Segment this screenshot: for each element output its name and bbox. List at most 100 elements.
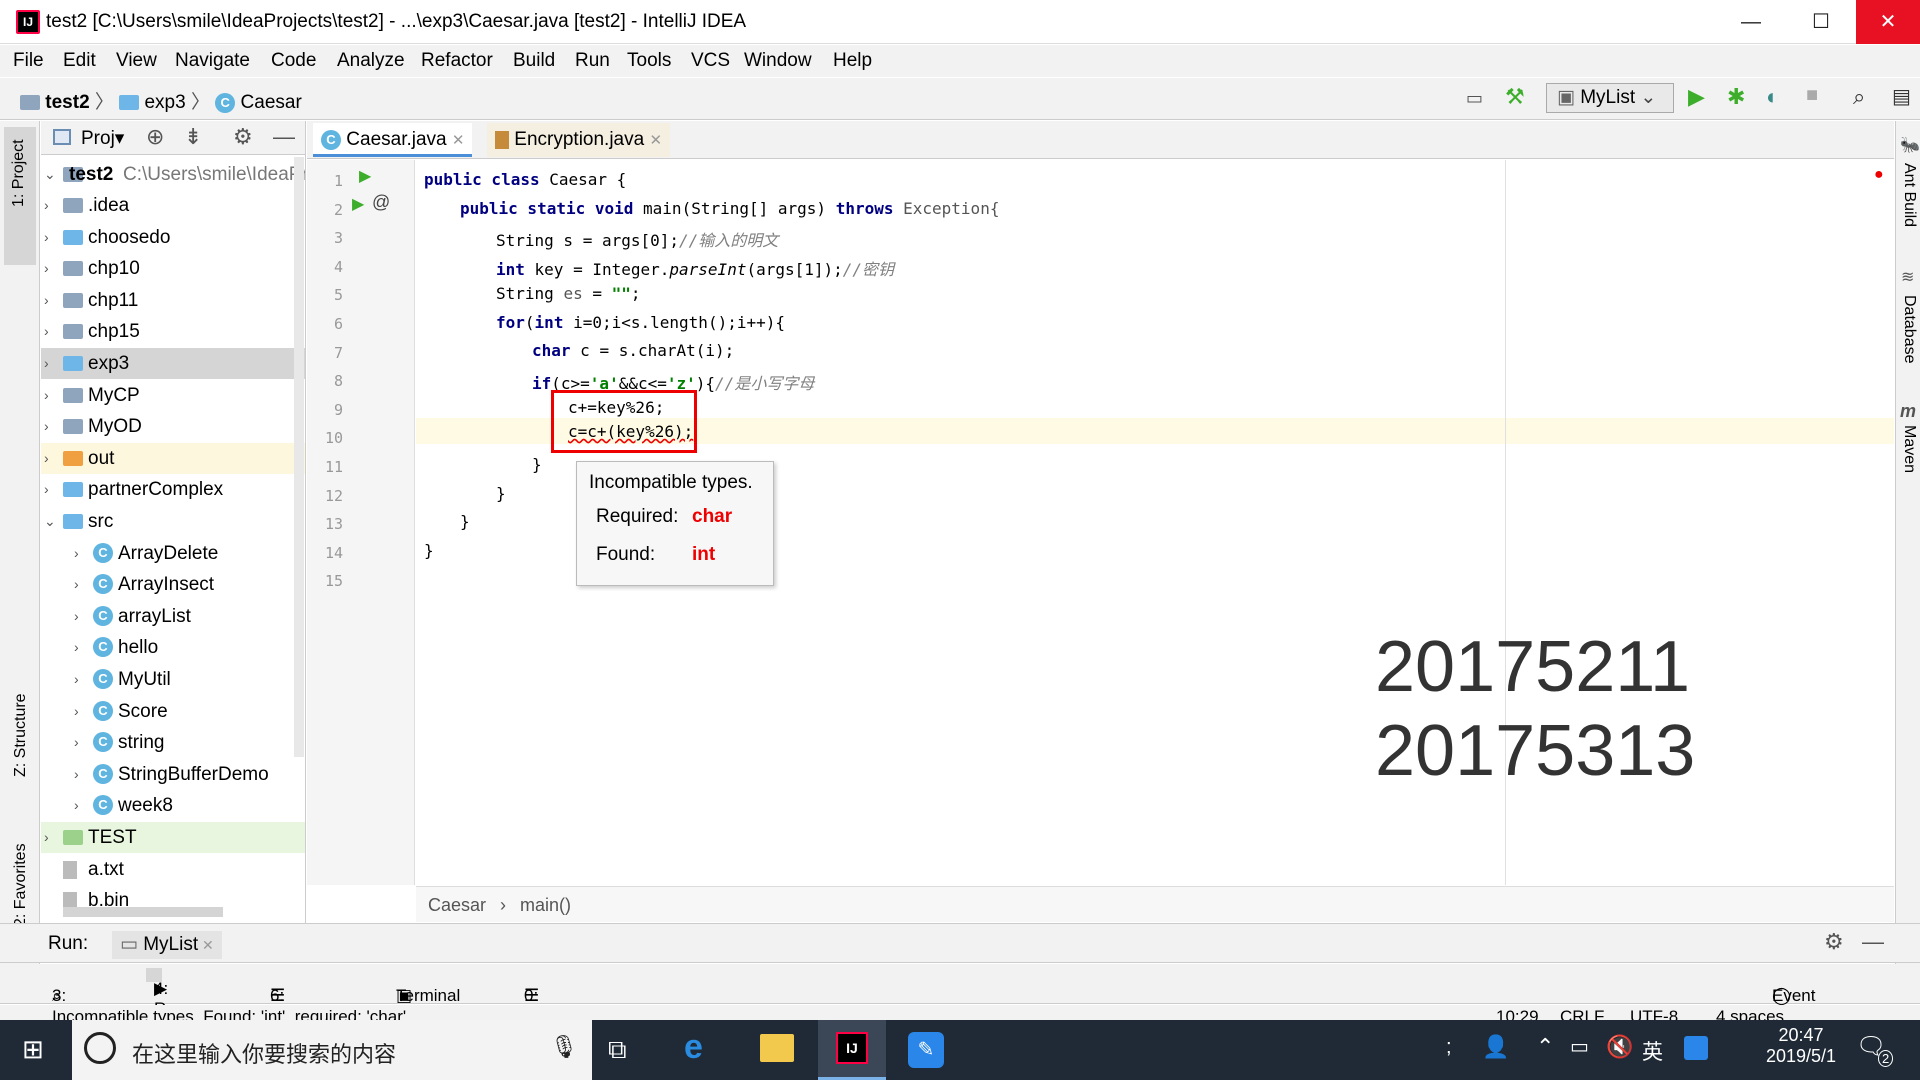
chevron-right-icon[interactable]: › (44, 285, 49, 316)
clock[interactable]: 20:47 2019/5/1 (1756, 1025, 1846, 1067)
tree-row[interactable]: › out (41, 442, 305, 474)
build-hammer-icon[interactable]: ⚒ (1505, 84, 1525, 110)
gear-icon[interactable]: ⚙ (1824, 929, 1844, 955)
menu-view[interactable]: View (116, 50, 157, 72)
ime-indicator[interactable]: 英 (1642, 1036, 1663, 1066)
hide-icon[interactable]: — (273, 124, 295, 150)
error-stripe-icon[interactable]: ● (1874, 166, 1884, 184)
close-tab-icon[interactable]: ✕ (649, 132, 662, 149)
qq-icon[interactable] (1684, 1036, 1708, 1060)
minimize-button[interactable]: — (1716, 0, 1786, 44)
hide-icon[interactable]: — (1862, 929, 1884, 955)
chevron-down-icon[interactable]: ⌄ (44, 506, 56, 537)
tree-row[interactable]: › choosedo (41, 222, 305, 253)
run-main-icon[interactable]: ▶ (352, 194, 364, 214)
chevron-right-icon[interactable]: › (74, 790, 79, 821)
tree-row[interactable]: › C MyUtil (41, 664, 305, 695)
tree-row[interactable]: ⌄ src (41, 506, 305, 537)
tree-row[interactable]: › Cstring (41, 727, 305, 758)
project-tool-tab[interactable]: 1: Project (4, 127, 36, 265)
chevron-right-icon[interactable]: › (74, 601, 79, 632)
menu-refactor[interactable]: Refactor (421, 50, 493, 72)
tree-row[interactable]: › MyCP (41, 380, 305, 411)
microphone-icon[interactable]: 🎙 (550, 1034, 578, 1060)
tree-row[interactable]: › C Score (41, 696, 305, 727)
crumb-class[interactable]: Caesar (428, 895, 486, 916)
locate-icon[interactable]: ⊕ (146, 124, 164, 150)
debug-icon[interactable]: ✱ (1727, 84, 1745, 110)
chevron-right-icon[interactable]: › (44, 253, 49, 284)
menu-navigate[interactable]: Navigate (175, 50, 250, 72)
collapse-icon[interactable]: ⇟ (184, 124, 202, 150)
tree-row[interactable]: › C ArrayInsect (41, 569, 305, 600)
database-tab[interactable]: Database (1900, 295, 1918, 364)
run-config-select[interactable]: ▣ MyList ⌄ (1546, 83, 1674, 113)
tree-row[interactable]: › CarrayList (41, 601, 305, 632)
tree-row[interactable]: › C ArrayDelete (41, 538, 305, 569)
chevron-right-icon[interactable]: › (44, 411, 49, 442)
chevron-right-icon[interactable]: › (74, 727, 79, 758)
windows-start-icon[interactable]: ⊞ (22, 1034, 44, 1065)
project-structure-icon[interactable]: ▤ (1892, 84, 1911, 109)
crumb-caesar[interactable]: Caesar (241, 92, 302, 113)
run-config-tab[interactable]: ▭ MyList ✕ (112, 931, 222, 959)
crumb-method[interactable]: main() (520, 895, 571, 916)
chevron-right-icon[interactable]: › (74, 632, 79, 663)
tree-row[interactable]: a.txt (41, 854, 305, 885)
tree-row[interactable]: › partnerComplex (41, 474, 305, 505)
menu-tools[interactable]: Tools (627, 50, 671, 72)
file-explorer-icon[interactable] (760, 1034, 794, 1062)
structure-tool-tab[interactable]: Z: Structure (12, 693, 30, 777)
chevron-right-icon[interactable]: › (44, 474, 49, 505)
tree-row-root[interactable]: ⌄ test2 C:\Users\smile\IdeaPr (41, 159, 305, 190)
chevron-right-icon[interactable]: › (44, 443, 49, 474)
chevron-up-icon[interactable]: ⌃ (1536, 1034, 1554, 1060)
menu-vcs[interactable]: VCS (691, 50, 730, 72)
maximize-button[interactable]: ☐ (1786, 0, 1856, 44)
chevron-right-icon[interactable]: › (74, 569, 79, 600)
tab-caesar-java[interactable]: C Caesar.java ✕ (313, 123, 473, 157)
crumb-exp3[interactable]: exp3 (144, 92, 185, 113)
intellij-taskbar-button[interactable]: IJ (818, 1020, 886, 1080)
menu-file[interactable]: File (13, 50, 44, 72)
taskbar-search-box[interactable]: 在这里输入你要搜索的内容 🎙 (72, 1020, 592, 1080)
chevron-right-icon[interactable]: › (44, 348, 49, 379)
chevron-right-icon[interactable]: › (44, 822, 49, 853)
menu-edit[interactable]: Edit (63, 50, 96, 72)
menu-run[interactable]: Run (575, 50, 610, 72)
tree-row[interactable]: › exp3 (41, 348, 305, 379)
menu-build[interactable]: Build (513, 50, 555, 72)
run-class-icon[interactable]: ▶ (359, 166, 371, 186)
tree-row[interactable]: › Cweek8 (41, 790, 305, 821)
tab-encryption-java[interactable]: Encryption.java ✕ (487, 123, 671, 157)
chevron-right-icon[interactable]: › (44, 190, 49, 221)
task-view-icon[interactable]: ⧉ (608, 1034, 627, 1066)
close-tab-icon[interactable]: ✕ (198, 937, 214, 953)
layout-icon[interactable]: ▭ (1466, 88, 1483, 109)
chevron-right-icon[interactable]: › (74, 538, 79, 569)
project-view-select[interactable]: Proj▾ (81, 127, 124, 150)
run-tool-button[interactable]: ▶ 4: Run (146, 968, 185, 1018)
gear-icon[interactable]: ⚙ (233, 124, 253, 150)
tree-row[interactable]: › MyOD (41, 411, 305, 442)
tree-row[interactable]: › C StringBufferDemo (41, 759, 305, 790)
battery-icon[interactable]: ▭ (1570, 1034, 1589, 1059)
search-icon[interactable]: ⌕ (1853, 84, 1865, 110)
menu-code[interactable]: Code (271, 50, 316, 72)
coverage-icon[interactable]: ◐ (1766, 84, 1779, 110)
stop-icon[interactable]: ■ (1806, 84, 1818, 107)
tree-row[interactable]: › chp10 (41, 253, 305, 284)
ant-build-tab[interactable]: Ant Build (1900, 163, 1918, 227)
menu-analyze[interactable]: Analyze (337, 50, 405, 72)
tree-row[interactable]: › .idea (41, 190, 305, 221)
people-icon[interactable]: 👤 (1482, 1034, 1509, 1060)
chevron-right-icon[interactable]: › (44, 380, 49, 411)
run-icon[interactable]: ▶ (1688, 84, 1705, 110)
favorites-tool-tab[interactable]: 2: Favorites (12, 843, 30, 927)
tree-row[interactable]: › chp15 (41, 316, 305, 347)
tree-row[interactable]: › Chello (41, 632, 305, 663)
tray-overflow-icon[interactable]: ; (1446, 1036, 1452, 1059)
chevron-right-icon[interactable]: › (74, 759, 79, 790)
horizontal-scrollbar[interactable] (63, 907, 223, 917)
chevron-right-icon[interactable]: › (44, 222, 49, 253)
